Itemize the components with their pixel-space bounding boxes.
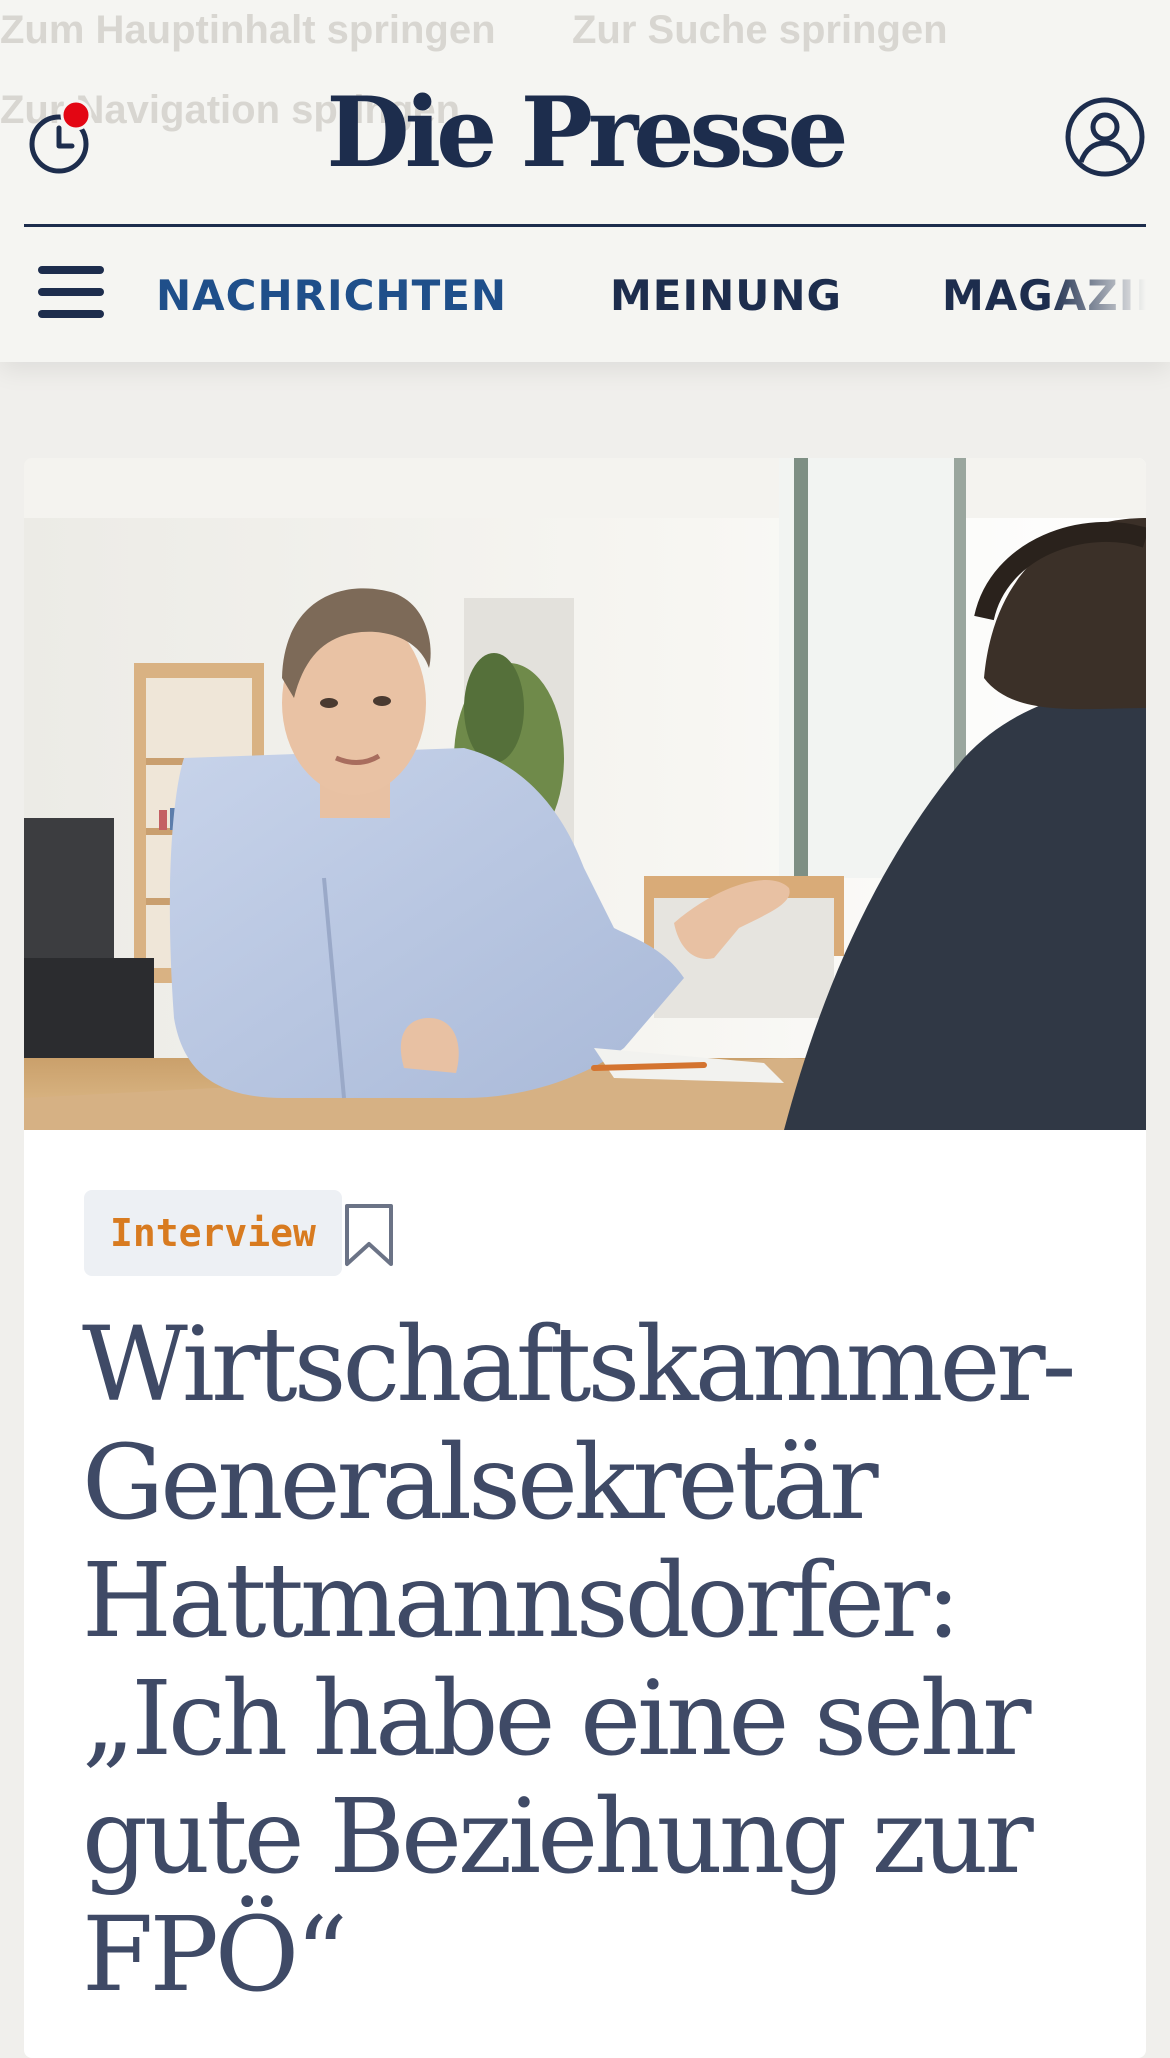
notification-dot-icon [60,99,92,131]
header-divider [24,224,1146,227]
skip-link-search[interactable]: Zur Suche springen [572,2,948,58]
clock-icon [29,99,92,174]
user-icon [1065,97,1145,177]
article-card[interactable]: Interview Wirtschaftskammer-Generalsekre… [24,458,1146,2058]
bookmark-icon [345,1204,393,1266]
bookmark-button[interactable] [342,1202,396,1268]
site-logo[interactable]: Die Presse [300,78,870,188]
category-badge[interactable]: Interview [84,1190,342,1276]
nav-item-nachrichten[interactable]: NACHRICHTEN [156,268,507,324]
hamburger-icon [38,266,104,274]
site-header: Zum Hauptinhalt springen Zur Suche sprin… [0,0,1170,362]
account-button[interactable] [1064,96,1146,178]
menu-button[interactable] [38,266,106,322]
nav-item-meinung[interactable]: MEINUNG [610,268,842,324]
article-headline[interactable]: Wirtschaftskammer-Generalsekretär Hattma… [82,1306,1122,2014]
nav-scroll-fade [1050,250,1170,340]
article-hero-image[interactable] [24,458,1146,1130]
skip-link-main[interactable]: Zum Hauptinhalt springen [0,2,496,58]
history-button[interactable] [28,98,96,178]
